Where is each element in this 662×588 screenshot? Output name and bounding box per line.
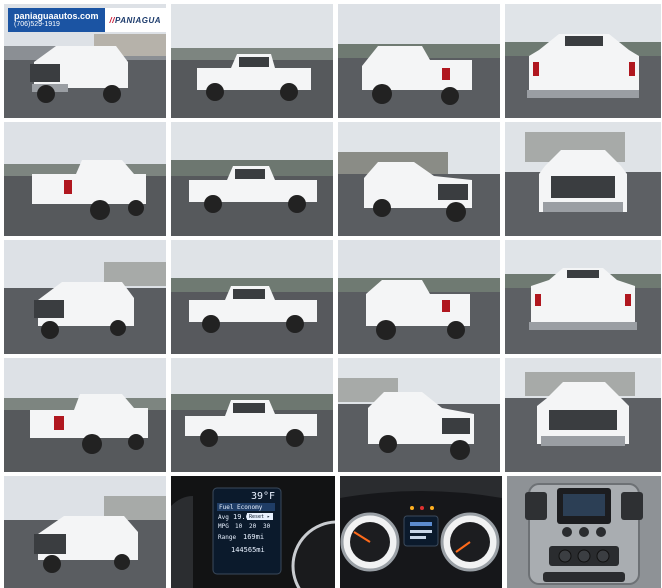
dealer-brand-logo: //PANIAGUA — [109, 15, 162, 25]
photo-thumbnail[interactable] — [505, 240, 661, 354]
cluster-mpg-label: MPG — [218, 523, 229, 530]
dealer-phone: (706)529-1919 — [14, 21, 60, 28]
photo-thumbnail[interactable] — [4, 358, 166, 472]
photo-thumbnail[interactable] — [505, 122, 661, 236]
photo-thumbnail[interactable] — [4, 476, 166, 588]
photo-thumbnail[interactable] — [171, 358, 333, 472]
photo-thumbnail[interactable] — [338, 4, 500, 118]
truck-photo — [505, 240, 661, 354]
dealer-logo: paniaguaautos.com (706)529-1919 //PANIAG… — [8, 8, 166, 32]
photo-thumbnail[interactable] — [507, 476, 661, 588]
truck-photo — [171, 4, 333, 118]
truck-photo — [338, 4, 500, 118]
cluster-scale-20: 20 — [249, 523, 257, 530]
truck-photo — [4, 240, 166, 354]
truck-photo — [338, 122, 500, 236]
cluster-menu-title: Fuel Economy — [219, 504, 263, 511]
truck-photo — [4, 122, 166, 236]
photo-thumbnail[interactable] — [505, 4, 661, 118]
photo-thumbnail[interactable] — [505, 358, 661, 472]
photo-thumbnail[interactable] — [338, 240, 500, 354]
truck-photo — [505, 358, 661, 472]
cluster-odometer: 144565mi — [231, 546, 265, 554]
truck-photo — [171, 358, 333, 472]
truck-photo — [171, 240, 333, 354]
truck-photo — [505, 4, 661, 118]
photo-thumbnail[interactable] — [4, 240, 166, 354]
cluster-scale-10: 10 — [235, 523, 243, 530]
cluster-range-label: Range — [218, 534, 237, 541]
truck-photo — [171, 122, 333, 236]
dealer-website: paniaguaautos.com — [14, 11, 99, 21]
cluster-scale-30: 30 — [263, 523, 271, 530]
photo-gallery: paniaguaautos.com (706)529-1919 //PANIAG… — [0, 0, 662, 588]
photo-thumbnail[interactable]: paniaguaautos.com (706)529-1919 //PANIAG… — [4, 4, 166, 118]
photo-thumbnail[interactable]: 39°F Fuel Economy Avg 19.6 Reset ▸ MPG 1… — [171, 476, 335, 588]
photo-thumbnail[interactable] — [171, 240, 333, 354]
truck-photo — [4, 358, 166, 472]
photo-thumbnail[interactable] — [338, 358, 500, 472]
truck-photo — [338, 358, 500, 472]
center-console-photo — [507, 476, 661, 588]
truck-photo — [4, 476, 166, 588]
photo-thumbnail[interactable] — [171, 122, 333, 236]
photo-thumbnail[interactable] — [4, 122, 166, 236]
cluster-avg-value: 19.6 — [233, 513, 250, 521]
gauges-photo — [340, 476, 502, 588]
cluster-avg-label: Avg — [218, 514, 229, 521]
cluster-range-value: 169mi — [243, 533, 265, 541]
photo-thumbnail[interactable] — [338, 122, 500, 236]
cluster-temperature: 39°F — [251, 491, 276, 502]
truck-photo — [505, 122, 661, 236]
photo-thumbnail[interactable] — [171, 4, 333, 118]
photo-thumbnail[interactable] — [340, 476, 502, 588]
cluster-reset-button: Reset ▸ — [249, 514, 271, 520]
truck-photo — [338, 240, 500, 354]
